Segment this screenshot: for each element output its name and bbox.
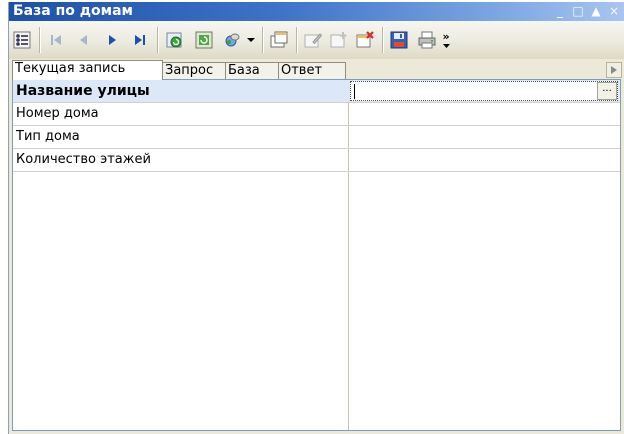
tab-base[interactable]: База <box>225 62 279 79</box>
tab-query[interactable]: Запрос <box>162 62 226 79</box>
grid-row-house-number[interactable]: Номер дома <box>13 103 620 126</box>
tab-current-record[interactable]: Текущая запись <box>12 60 163 80</box>
street-name-input[interactable]: ... <box>350 81 618 101</box>
prev-record-icon[interactable] <box>73 29 95 51</box>
toolbar-separator <box>296 27 298 53</box>
toolbar-overflow-button[interactable]: » <box>439 29 453 51</box>
delete-record-icon[interactable] <box>354 29 376 51</box>
last-record-icon[interactable] <box>129 29 151 51</box>
house-type-value[interactable] <box>349 126 620 148</box>
grid-row-label: Тип дома <box>16 129 80 144</box>
tab-answer[interactable]: Ответ <box>278 62 346 79</box>
search-icon[interactable] <box>221 29 243 51</box>
house-number-value[interactable] <box>349 103 620 125</box>
property-grid: Название улицы ... Номер дома Тип дома К… <box>12 79 621 431</box>
grid-row-floors[interactable]: Количество этажей <box>13 149 620 172</box>
grid-row-label: Название улицы <box>16 83 150 99</box>
edit-record-icon[interactable] <box>302 29 324 51</box>
tab-strip: Текущая запись Запрос База Ответ <box>9 59 624 80</box>
ellipsis-button[interactable]: ... <box>597 82 617 100</box>
overflow-icon: » <box>442 29 450 43</box>
text-caret <box>354 84 355 99</box>
toolbar-separator <box>39 27 41 53</box>
window-title: База по домам <box>13 3 133 19</box>
toolbar: » <box>9 21 624 59</box>
save-icon[interactable] <box>388 29 410 51</box>
grid-view-icon[interactable] <box>11 29 33 51</box>
grid-row-house-type[interactable]: Тип дома <box>13 126 620 149</box>
maximize-button[interactable]: □ <box>572 3 584 20</box>
chevron-right-icon <box>611 66 617 74</box>
add-record-icon[interactable] <box>328 29 350 51</box>
first-record-icon[interactable] <box>45 29 67 51</box>
toolbar-separator <box>382 27 384 53</box>
window: База по домам _ □ ▲ × » Текущая запись З… <box>8 2 624 434</box>
grid-row-label: Количество этажей <box>16 152 151 167</box>
tab-scroll-button[interactable] <box>606 62 622 78</box>
refresh-icon[interactable] <box>164 29 186 51</box>
grid-row-label: Номер дома <box>16 106 99 121</box>
minimize-button[interactable]: _ <box>554 3 566 20</box>
print-icon[interactable] <box>416 29 438 51</box>
close-button[interactable]: × <box>608 3 620 20</box>
toolbar-separator <box>262 27 264 53</box>
floors-value[interactable] <box>349 149 620 171</box>
grid-row-street[interactable]: Название улицы ... <box>13 80 620 103</box>
toolbar-separator <box>157 27 159 53</box>
new-record-icon[interactable] <box>268 29 290 51</box>
dropdown-arrow-icon[interactable] <box>245 29 257 51</box>
rollup-button[interactable]: ▲ <box>590 3 602 20</box>
reload-icon[interactable] <box>193 29 215 51</box>
next-record-icon[interactable] <box>101 29 123 51</box>
title-bar[interactable]: База по домам _ □ ▲ × <box>9 2 624 21</box>
window-controls: _ □ ▲ × <box>554 3 620 20</box>
